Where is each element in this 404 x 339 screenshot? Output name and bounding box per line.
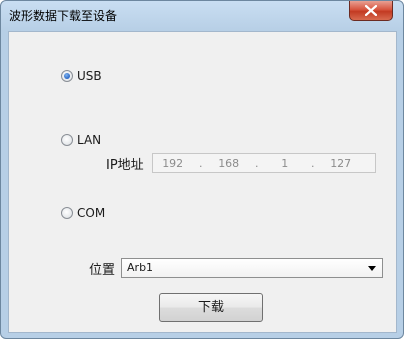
radio-lan-label: LAN — [77, 133, 102, 147]
radio-usb[interactable]: USB — [61, 69, 102, 83]
radio-com[interactable]: COM — [61, 206, 105, 220]
ip-octet-1[interactable]: 192 — [153, 157, 193, 170]
radio-lan[interactable]: LAN — [61, 133, 101, 147]
radio-usb-indicator[interactable] — [61, 70, 73, 82]
ip-separator: . — [310, 156, 315, 170]
ip-octet-4[interactable]: 127 — [321, 157, 361, 170]
radio-lan-indicator[interactable] — [61, 134, 73, 146]
ip-octet-2[interactable]: 168 — [209, 157, 249, 170]
dialog-body: USB LAN IP地址 192 . 168 . 1 . 127 COM 位置 — [8, 31, 397, 333]
ip-separator: . — [198, 156, 203, 170]
position-row: 位置 Arb1 — [89, 258, 384, 278]
dialog-window: 波形数据下载至设备 USB LAN IP地址 192 . 168 . 1 . 1… — [0, 0, 404, 339]
radio-usb-label: USB — [77, 69, 102, 83]
position-label: 位置 — [89, 262, 116, 278]
position-select[interactable]: Arb1 — [121, 258, 384, 278]
radio-com-indicator[interactable] — [61, 207, 73, 219]
ip-address-row: IP地址 192 . 168 . 1 . 127 — [106, 153, 376, 173]
ip-address-field[interactable]: 192 . 168 . 1 . 127 — [151, 153, 376, 173]
ip-octet-3[interactable]: 1 — [265, 157, 305, 170]
close-icon — [365, 5, 377, 16]
ip-address-label: IP地址 — [106, 157, 144, 173]
window-title: 波形数据下载至设备 — [9, 9, 118, 23]
ip-separator: . — [254, 156, 259, 170]
title-bar[interactable]: 波形数据下载至设备 — [1, 1, 403, 31]
close-button[interactable] — [349, 1, 393, 21]
dropdown-arrow-icon[interactable] — [368, 266, 377, 271]
download-button[interactable]: 下载 — [159, 293, 263, 322]
radio-com-label: COM — [77, 206, 106, 220]
position-select-value: Arb1 — [127, 261, 154, 274]
